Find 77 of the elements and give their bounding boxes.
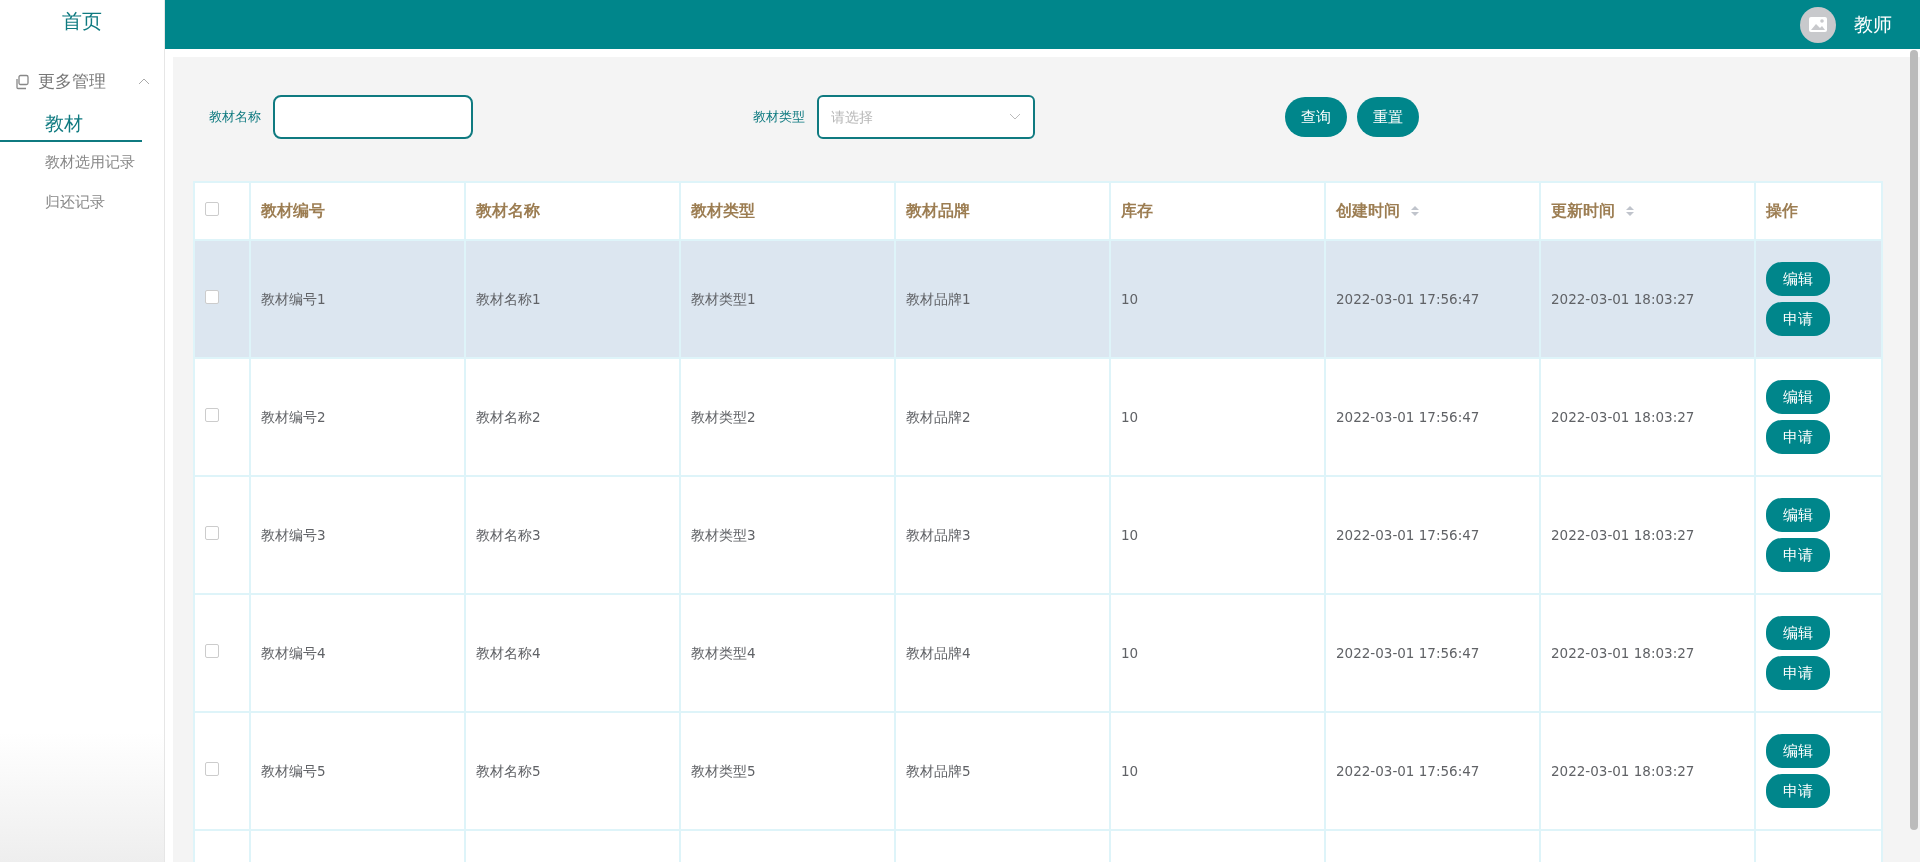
- table-cell: 教材类型4: [691, 644, 756, 661]
- row-checkbox[interactable]: [205, 643, 219, 658]
- submenu-item[interactable]: 教材: [0, 106, 142, 142]
- table-cell: 2022-03-01 17:56:47: [1336, 526, 1480, 543]
- field-label: 教材名称: [209, 108, 261, 127]
- column-header: 库存: [1110, 182, 1325, 240]
- home-menu-item[interactable]: 首页: [0, 0, 164, 36]
- avatar-image-icon[interactable]: [1800, 6, 1836, 43]
- table-cell: 2022-03-01 17:56:47: [1336, 644, 1480, 661]
- table-cell: 教材编号2: [261, 408, 326, 425]
- user-name: 教师: [1854, 12, 1892, 38]
- column-header: 教材编号: [250, 182, 465, 240]
- dropdown-caret-icon: [1009, 113, 1021, 121]
- edit-button[interactable]: 编辑: [1766, 262, 1830, 296]
- edit-button[interactable]: 编辑: [1766, 616, 1830, 650]
- row-checkbox[interactable]: [205, 407, 219, 422]
- table-cell: 2022-03-01 18:03:27: [1551, 408, 1695, 425]
- column-header: 教材品牌: [895, 182, 1110, 240]
- search-button[interactable]: 查询: [1285, 97, 1347, 137]
- column-header: 教材类型: [680, 182, 895, 240]
- table-cell: 教材编号5: [261, 762, 326, 779]
- table-cell: 教材名称5: [476, 762, 541, 779]
- table-cell: 教材品牌5: [906, 762, 971, 779]
- table-cell: 教材品牌3: [906, 526, 971, 543]
- column-header[interactable]: 创建时间: [1325, 182, 1540, 240]
- column-header: 操作: [1755, 182, 1882, 240]
- reset-button[interactable]: 重置: [1357, 97, 1419, 137]
- edit-button[interactable]: 编辑: [1766, 380, 1830, 414]
- table-cell: 2022-03-01 18:03:27: [1551, 290, 1695, 307]
- edit-button[interactable]: 编辑: [1766, 734, 1830, 768]
- apply-button[interactable]: 申请: [1766, 538, 1830, 572]
- table-cell: 教材编号3: [261, 526, 326, 543]
- text-field[interactable]: [273, 95, 473, 139]
- apply-button[interactable]: 申请: [1766, 302, 1830, 336]
- table-cell: 教材名称4: [476, 644, 541, 661]
- table-cell: 教材名称1: [476, 290, 541, 307]
- table-cell: 10: [1121, 408, 1139, 425]
- table-cell: 2022-03-01 18:03:27: [1551, 762, 1695, 779]
- apply-button[interactable]: 申请: [1766, 420, 1830, 454]
- apply-button[interactable]: 申请: [1766, 656, 1830, 690]
- table-cell: 教材品牌1: [906, 290, 971, 307]
- table-cell: 教材类型1: [691, 290, 756, 307]
- sort-icon[interactable]: [1409, 205, 1420, 217]
- scrollbar[interactable]: [1910, 50, 1918, 830]
- table-cell: 教材编号4: [261, 644, 326, 661]
- table-cell: 教材名称2: [476, 408, 541, 425]
- sort-icon[interactable]: [1624, 205, 1635, 217]
- table-cell: 10: [1121, 526, 1139, 543]
- table-cell: 10: [1121, 290, 1139, 307]
- column-header[interactable]: 更新时间: [1540, 182, 1755, 240]
- field-label: 教材类型: [753, 108, 805, 127]
- table-cell: 2022-03-01 17:56:47: [1336, 762, 1480, 779]
- table-cell: 2022-03-01 18:03:27: [1551, 526, 1695, 543]
- column-header: 教材名称: [465, 182, 680, 240]
- apply-button[interactable]: 申请: [1766, 774, 1830, 808]
- menu-group-header[interactable]: 更多管理: [0, 68, 164, 96]
- table-cell: 10: [1121, 644, 1139, 661]
- table-cell: 2022-03-01 17:56:47: [1336, 290, 1480, 307]
- submenu-item[interactable]: 教材选用记录: [0, 142, 164, 182]
- table-cell: 教材类型5: [691, 762, 756, 779]
- caret-icon: [138, 78, 150, 86]
- table-cell: 教材类型3: [691, 526, 756, 543]
- table-cell: 教材品牌2: [906, 408, 971, 425]
- table-cell: 教材类型2: [691, 408, 756, 425]
- row-checkbox[interactable]: [205, 289, 219, 304]
- table-cell: 2022-03-01 18:03:27: [1551, 644, 1695, 661]
- row-checkbox[interactable]: [205, 761, 219, 776]
- table-cell: 教材名称3: [476, 526, 541, 543]
- copy-icon: [14, 74, 30, 90]
- row-checkbox[interactable]: [205, 525, 219, 540]
- edit-button[interactable]: 编辑: [1766, 498, 1830, 532]
- submenu-item[interactable]: 归还记录: [0, 182, 164, 222]
- select-all-checkbox[interactable]: [205, 202, 219, 216]
- table-cell: 2022-03-01 17:56:47: [1336, 408, 1480, 425]
- table-cell: 教材编号1: [261, 290, 326, 307]
- table-cell: 10: [1121, 762, 1139, 779]
- table-cell: 教材品牌4: [906, 644, 971, 661]
